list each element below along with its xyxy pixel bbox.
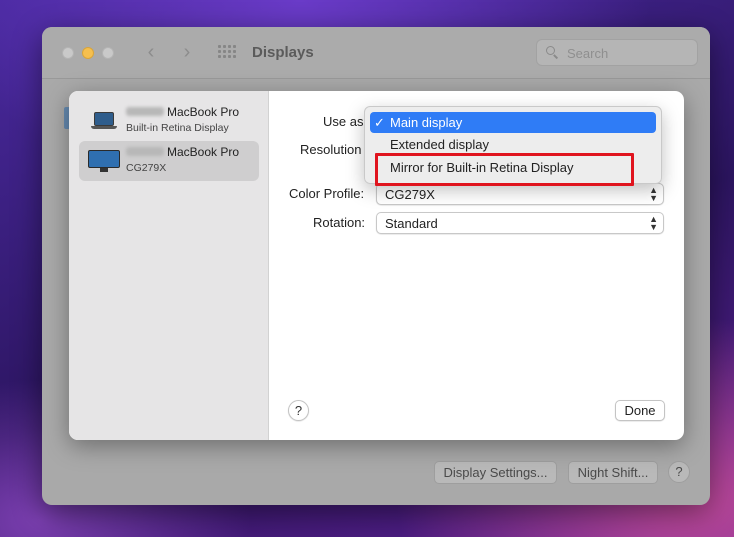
checkmark-icon: ✓ [374,115,385,130]
display-list: MacBook Pro Built-in Retina Display MacB… [69,91,269,440]
display-name: MacBook Pro [167,105,240,119]
display-subtitle: Built-in Retina Display [126,122,229,134]
menu-item-label: Extended display [390,137,490,152]
laptop-icon [91,112,117,132]
color-profile-label: Color Profile: [289,186,365,201]
display-settings-button[interactable]: Display Settings... [434,461,557,484]
chevron-updown-icon: ▲ ▼ [649,214,658,232]
menu-item-main-display[interactable]: ✓ Main display [370,112,656,133]
show-all-grid-icon[interactable] [218,45,236,61]
forward-button[interactable]: › [176,41,198,63]
back-button[interactable]: ‹ [140,41,162,63]
use-as-label: Use as [323,114,364,129]
rotation-value: Standard [385,216,438,231]
chevron-updown-icon: ▲ ▼ [649,185,658,203]
window-help-button[interactable]: ? [668,461,690,483]
display-item-builtin[interactable]: MacBook Pro Built-in Retina Display [79,101,259,141]
window-title: Displays [252,44,314,61]
display-subtitle: CG279X [126,162,167,174]
search-icon [546,46,559,59]
help-button[interactable]: ? [288,400,309,421]
search-placeholder: Search [567,46,609,61]
menu-item-label: Main display [390,115,463,130]
resolution-label: Resolution [300,142,362,157]
close-button[interactable] [62,47,74,59]
annotation-highlight-box [375,153,634,186]
minimize-button[interactable] [82,47,94,59]
display-name: MacBook Pro [167,145,240,159]
redacted-year-tag [126,147,164,156]
monitor-icon [88,150,120,173]
title-bar: ‹ › Displays Search [42,27,710,79]
rotation-label: Rotation: [313,215,366,230]
search-field[interactable]: Search [536,39,698,66]
rotation-popup[interactable]: Standard ▲ ▼ [376,212,664,234]
night-shift-button[interactable]: Night Shift... [568,461,658,484]
display-item-external[interactable]: MacBook Pro CG279X [79,141,259,181]
color-profile-popup[interactable]: CG279X ▲ ▼ [376,183,664,205]
done-button[interactable]: Done [615,400,665,421]
menu-item-extended-display[interactable]: Extended display [370,134,656,155]
color-profile-value: CG279X [385,187,435,202]
zoom-button[interactable] [102,47,114,59]
redacted-year-tag [126,107,164,116]
